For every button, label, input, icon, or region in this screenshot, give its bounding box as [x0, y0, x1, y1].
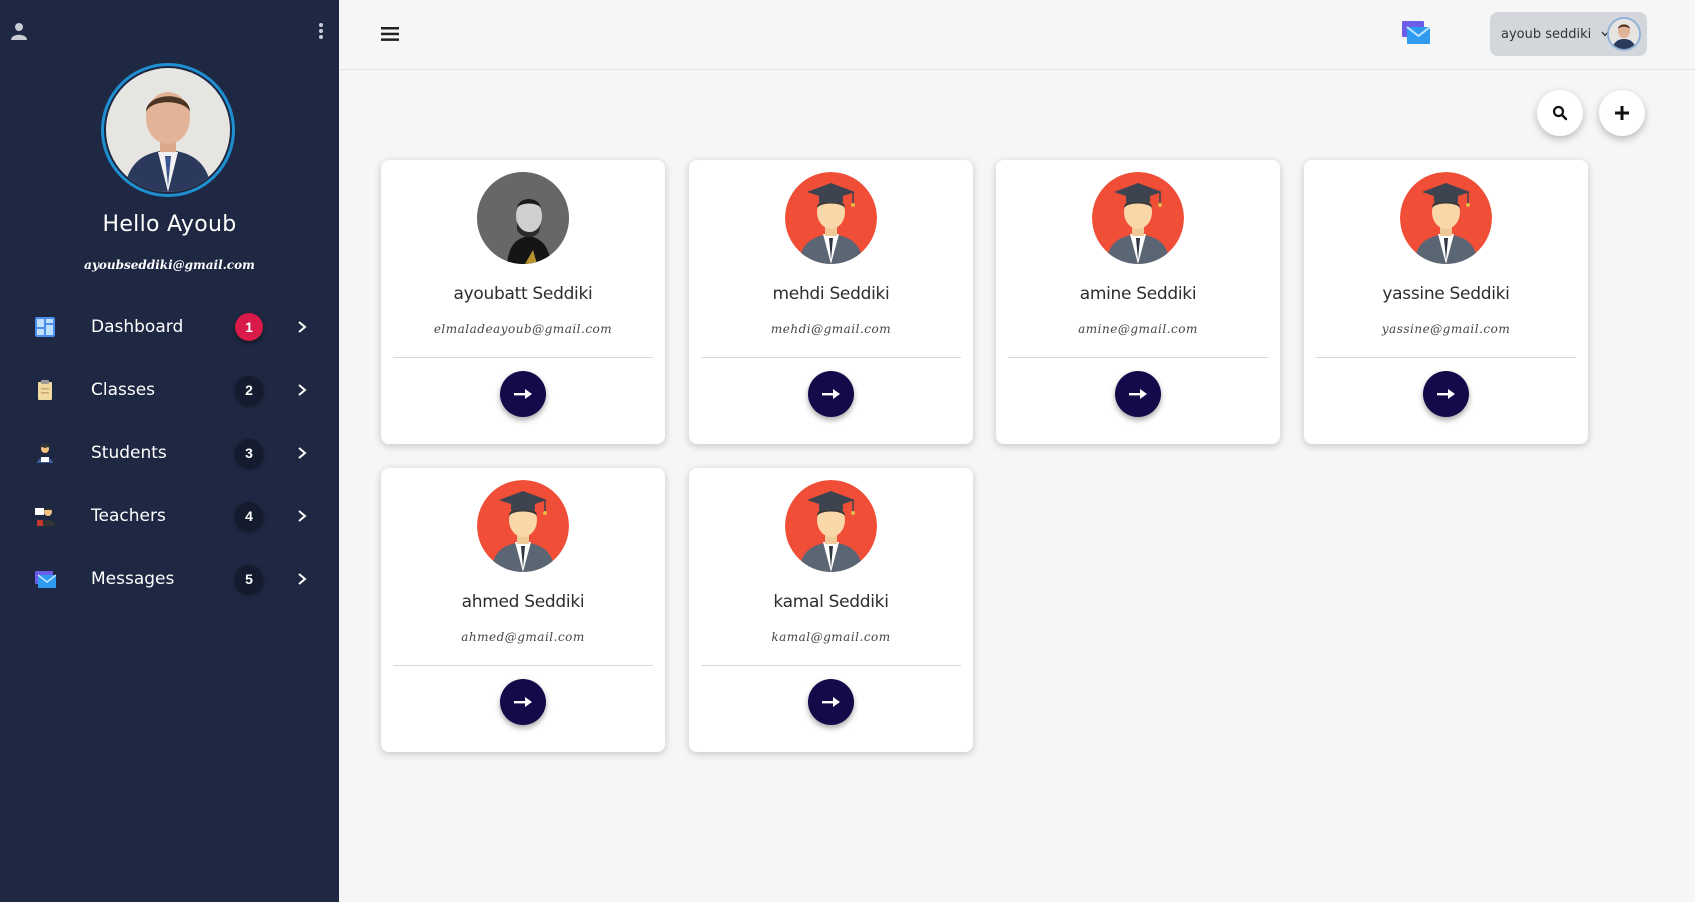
user-icon[interactable] — [10, 22, 28, 40]
arrow-right-icon — [514, 697, 532, 707]
person-email: yassine@gmail.com — [1381, 322, 1511, 336]
person-name: amine Seddiki — [1079, 284, 1197, 304]
sidebar-item-classes[interactable]: Classes 2 — [0, 358, 339, 421]
person-name: ayoubatt Seddiki — [453, 284, 593, 304]
view-person-button[interactable] — [500, 371, 546, 417]
card-divider — [1008, 357, 1268, 358]
more-vertical-icon[interactable] — [318, 22, 324, 40]
search-icon — [1552, 105, 1568, 121]
top-bar: ayoub seddiki — [339, 0, 1695, 70]
chevron-right-icon — [298, 446, 307, 459]
envelope-icon — [35, 570, 56, 588]
graduate-avatar-icon — [1400, 172, 1492, 264]
sidebar-item-label: Messages — [91, 568, 175, 589]
mail-icon[interactable] — [1401, 20, 1431, 46]
sidebar-item-label: Teachers — [91, 505, 166, 526]
person-card: ahmed Seddiki ahmed@gmail.com — [381, 468, 665, 752]
view-person-button[interactable] — [808, 371, 854, 417]
student-icon — [37, 442, 53, 463]
sidebar-item-label: Students — [91, 442, 167, 463]
person-email: amine@gmail.com — [1078, 322, 1198, 336]
person-card: amine Seddiki amine@gmail.com — [996, 160, 1280, 444]
graduate-avatar-icon — [785, 480, 877, 572]
sidebar-item-students[interactable]: Students 3 — [0, 421, 339, 484]
person-email: elmaladeayoub@gmail.com — [433, 322, 613, 336]
person-photo — [477, 172, 569, 264]
chevron-right-icon — [298, 320, 307, 333]
person-card: yassine Seddiki yassine@gmail.com — [1304, 160, 1588, 444]
sidebar-nav: Dashboard 1 Classes 2 Students 3 Teacher… — [0, 295, 339, 610]
person-email: ahmed@gmail.com — [461, 630, 585, 644]
person-email: kamal@gmail.com — [771, 630, 891, 644]
arrow-right-icon — [822, 389, 840, 399]
user-email: ayoubseddiki@gmail.com — [84, 258, 255, 272]
greeting-text: Hello Ayoub — [102, 212, 237, 237]
graduate-avatar-icon — [1092, 172, 1184, 264]
user-menu-name: ayoub seddiki — [1501, 26, 1592, 42]
graduate-avatar-icon — [477, 480, 569, 572]
count-badge: 3 — [235, 438, 263, 467]
graduate-avatar-icon — [785, 172, 877, 264]
profile-photo — [106, 68, 230, 192]
view-person-button[interactable] — [1423, 371, 1469, 417]
sidebar-item-dashboard[interactable]: Dashboard 1 — [0, 295, 339, 358]
count-badge: 1 — [235, 312, 263, 341]
count-badge: 5 — [235, 564, 263, 593]
arrow-right-icon — [822, 697, 840, 707]
person-name: ahmed Seddiki — [461, 592, 585, 612]
menu-icon[interactable] — [381, 26, 399, 42]
dashboard-icon — [35, 316, 55, 337]
sidebar-item-messages[interactable]: Messages 5 — [0, 547, 339, 610]
chevron-right-icon — [298, 383, 307, 396]
add-button[interactable] — [1599, 90, 1645, 136]
person-card: kamal Seddiki kamal@gmail.com — [689, 468, 973, 752]
person-name: yassine Seddiki — [1382, 284, 1510, 304]
profile-avatar — [101, 63, 235, 197]
card-divider — [393, 665, 653, 666]
arrow-right-icon — [1129, 389, 1147, 399]
chevron-right-icon — [298, 572, 307, 585]
plus-icon — [1615, 106, 1629, 120]
user-menu-avatar — [1607, 17, 1641, 51]
view-person-button[interactable] — [808, 679, 854, 725]
arrow-right-icon — [1437, 389, 1455, 399]
person-name: mehdi Seddiki — [772, 284, 890, 304]
person-name: kamal Seddiki — [773, 592, 889, 612]
sidebar-item-teachers[interactable]: Teachers 4 — [0, 484, 339, 547]
sidebar-item-label: Classes — [91, 379, 156, 400]
search-button[interactable] — [1537, 90, 1583, 136]
arrow-right-icon — [514, 389, 532, 399]
person-card: mehdi Seddiki mehdi@gmail.com — [689, 160, 973, 444]
count-badge: 4 — [235, 501, 263, 530]
view-person-button[interactable] — [1115, 371, 1161, 417]
sidebar: Hello Ayoub ayoubseddiki@gmail.com Dashb… — [0, 0, 339, 902]
user-menu[interactable]: ayoub seddiki — [1490, 12, 1647, 56]
card-divider — [393, 357, 653, 358]
person-card: ayoubatt Seddiki elmaladeayoub@gmail.com — [381, 160, 665, 444]
teacher-icon — [35, 507, 55, 526]
card-divider — [1316, 357, 1576, 358]
count-badge: 2 — [235, 375, 263, 404]
card-divider — [701, 357, 961, 358]
chevron-right-icon — [298, 509, 307, 522]
clipboard-icon — [38, 379, 52, 400]
view-person-button[interactable] — [500, 679, 546, 725]
person-email: mehdi@gmail.com — [770, 322, 892, 336]
sidebar-item-label: Dashboard — [91, 316, 184, 337]
card-divider — [701, 665, 961, 666]
